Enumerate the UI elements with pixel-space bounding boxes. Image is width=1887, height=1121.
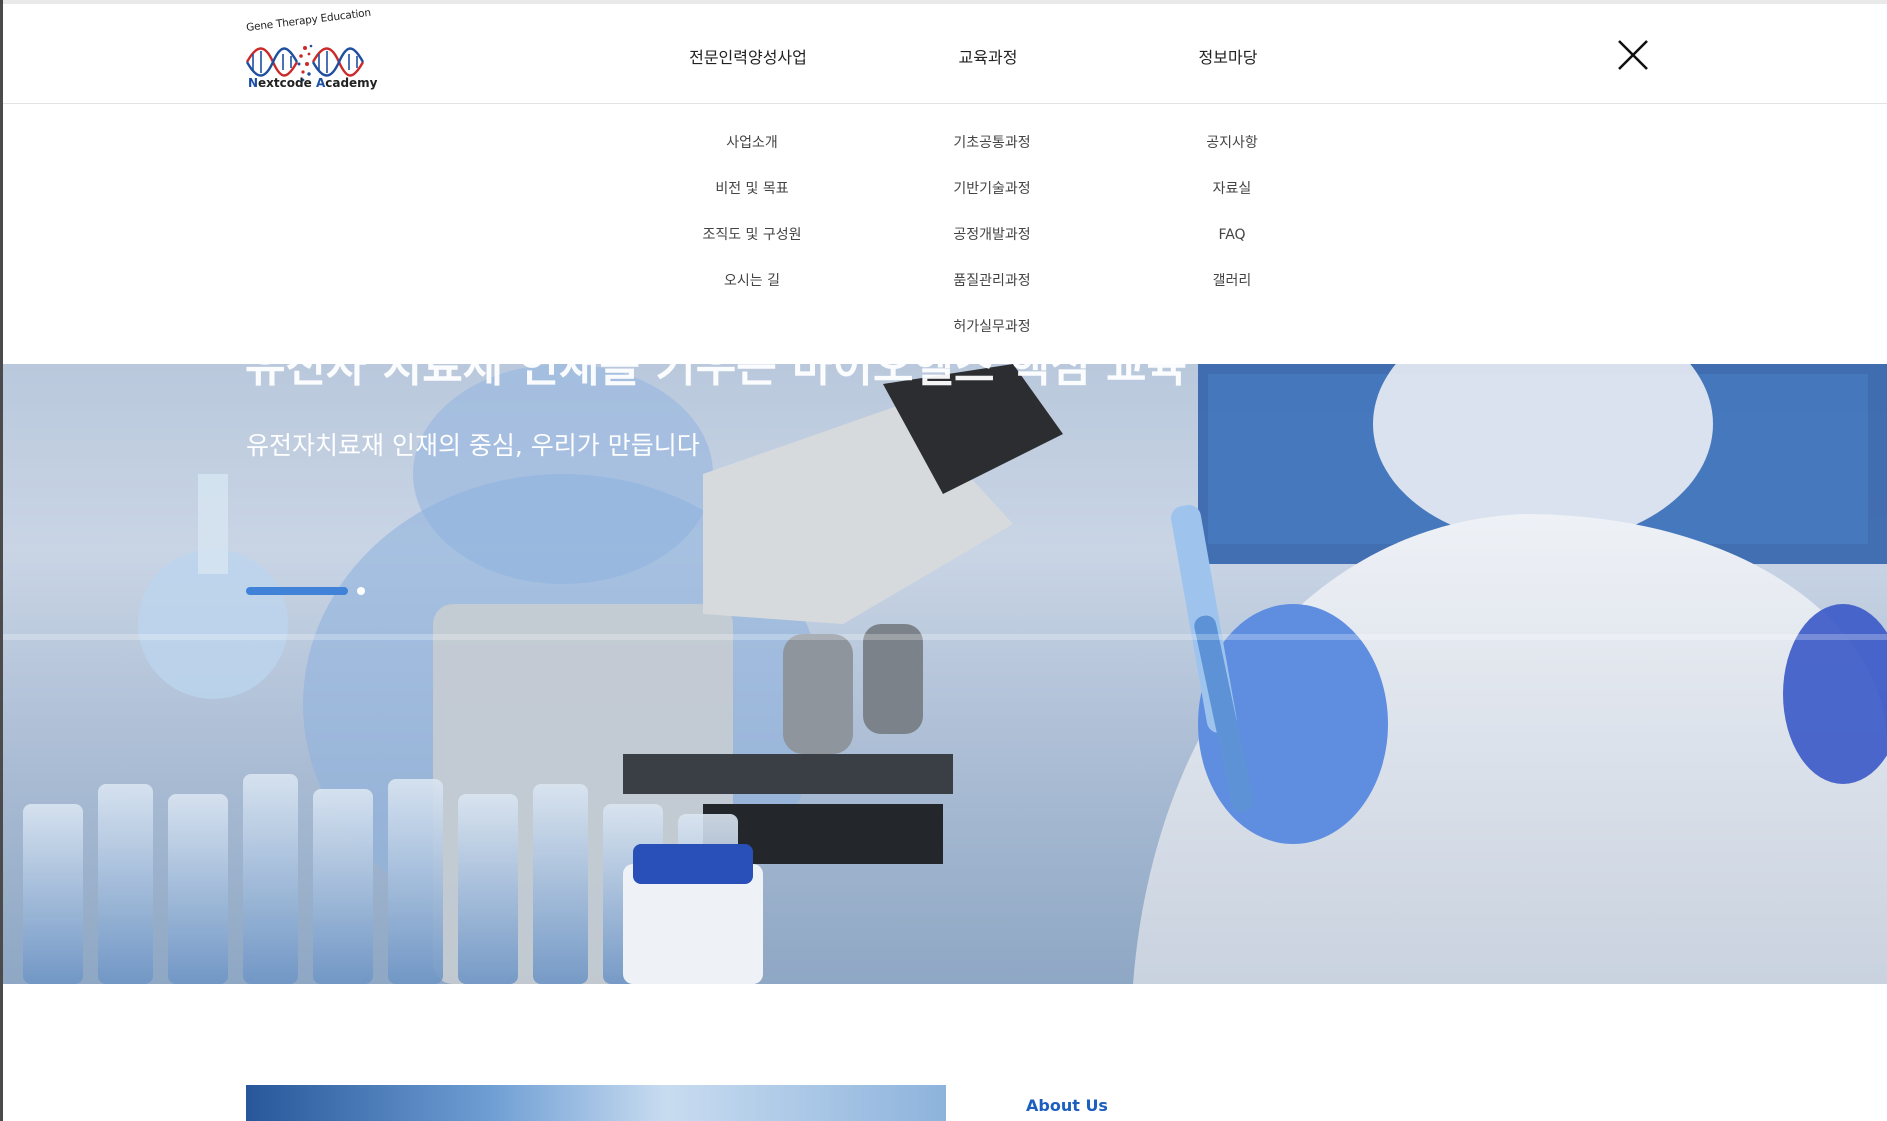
logo-bottom-text: Nextcode Academy (248, 76, 378, 90)
menu-item-gallery[interactable]: 갤러리 (1132, 270, 1332, 316)
mega-menu-column-training: 사업소개 비전 및 목표 조직도 및 구성원 오시는 길 (652, 132, 852, 316)
mega-menu-column-curriculum: 기초공통과정 기반기술과정 공정개발과정 품질관리과정 허가실무과정 (892, 132, 1092, 362)
hero-title: 유전자 치료제 인재를 키우는 바이오헬스 핵심 교육 (245, 364, 1187, 392)
menu-item-faq[interactable]: FAQ (1132, 224, 1332, 270)
logo[interactable]: Gene Therapy Education Nextcode Academy (243, 7, 378, 94)
menu-item-business-intro[interactable]: 사업소개 (652, 132, 852, 178)
menu-item-directions[interactable]: 오시는 길 (652, 270, 852, 316)
menu-item-organization[interactable]: 조직도 및 구성원 (652, 224, 852, 270)
mega-menu-column-info: 공지사항 자료실 FAQ 갤러리 (1132, 132, 1332, 316)
slider-indicator-active[interactable] (246, 587, 348, 595)
hero-banner: 유전자 치료제 인재를 키우는 바이오헬스 핵심 교육 유전자치료재 인재의 중… (3, 364, 1887, 984)
hero-subtitle: 유전자치료재 인재의 중심, 우리가 만듭니다 (246, 431, 700, 460)
menu-item-process-dev-course[interactable]: 공정개발과정 (892, 224, 1092, 270)
menu-item-notice[interactable]: 공지사항 (1132, 132, 1332, 178)
menu-item-foundation-tech-course[interactable]: 기반기술과정 (892, 178, 1092, 224)
nav-item-info[interactable]: 정보마당 (1199, 44, 1258, 68)
mega-menu: 사업소개 비전 및 목표 조직도 및 구성원 오시는 길 기초공통과정 기반기술… (3, 104, 1887, 364)
nav-item-training-program[interactable]: 전문인력양성사업 (689, 44, 807, 68)
menu-item-vision[interactable]: 비전 및 목표 (652, 178, 852, 224)
menu-item-regulatory-course[interactable]: 허가실무과정 (892, 316, 1092, 362)
about-image (246, 1085, 946, 1121)
slider-indicator-dot[interactable] (357, 587, 365, 595)
menu-item-quality-course[interactable]: 품질관리과정 (892, 270, 1092, 316)
menu-item-basic-course[interactable]: 기초공통과정 (892, 132, 1092, 178)
close-icon[interactable] (1616, 38, 1650, 72)
about-us-label: About Us (1026, 1096, 1108, 1115)
menu-item-archive[interactable]: 자료실 (1132, 178, 1332, 224)
nav-item-curriculum[interactable]: 교육과정 (959, 44, 1018, 68)
site-header: Gene Therapy Education Nextcode Academy … (3, 4, 1887, 104)
